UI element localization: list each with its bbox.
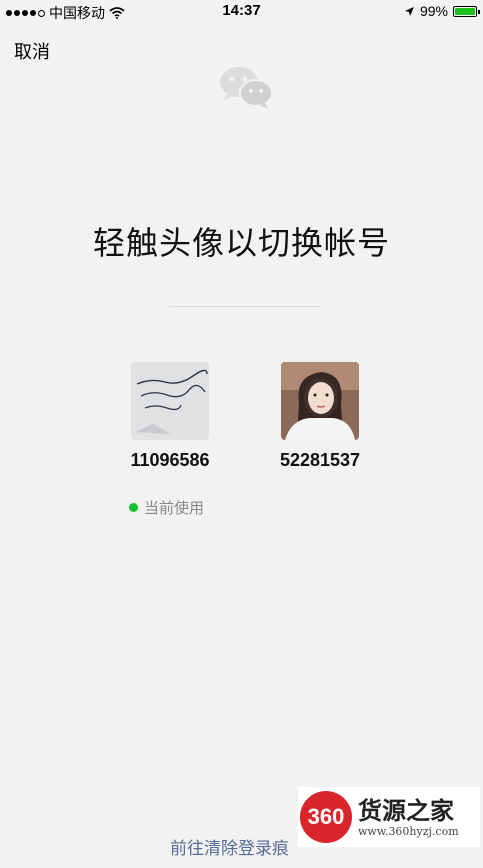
- watermark-logo-icon: 360: [300, 791, 352, 843]
- watermark-title: 货源之家: [358, 795, 454, 825]
- girl-photo-avatar-icon[interactable]: [281, 362, 359, 440]
- handwriting-avatar-icon[interactable]: [131, 362, 209, 440]
- account-id-2: 52281537: [279, 450, 361, 470]
- watermark-url: www.360hyzj.com: [358, 824, 459, 838]
- account-item-1[interactable]: 11096586: [110, 362, 230, 471]
- battery-icon: [453, 5, 480, 17]
- wechat-logo-icon: [220, 67, 273, 109]
- watermark-text: 货源之家 www.360hyzj.com: [358, 795, 459, 838]
- current-use-indicator: 当前使用: [129, 497, 204, 518]
- status-dot-icon: [129, 503, 138, 512]
- status-right: 99%: [404, 3, 480, 19]
- cancel-button[interactable]: 取消: [14, 38, 50, 64]
- status-bar: 中国移动 14:37 99%: [0, 0, 483, 22]
- current-use-label: 当前使用: [144, 500, 205, 517]
- clear-login-traces-link[interactable]: 前往清除登录痕: [170, 834, 289, 859]
- account-id-1: 11096586: [130, 450, 210, 470]
- battery-percent: 99%: [419, 3, 448, 19]
- location-arrow-icon: [404, 6, 414, 16]
- battery-fill: [455, 7, 475, 15]
- account-item-2[interactable]: 52281537: [260, 362, 380, 471]
- watermark: 360 货源之家 www.360hyzj.com: [298, 787, 480, 847]
- divider: [169, 306, 321, 307]
- page-title: 轻触头像以切换帐号: [92, 225, 390, 261]
